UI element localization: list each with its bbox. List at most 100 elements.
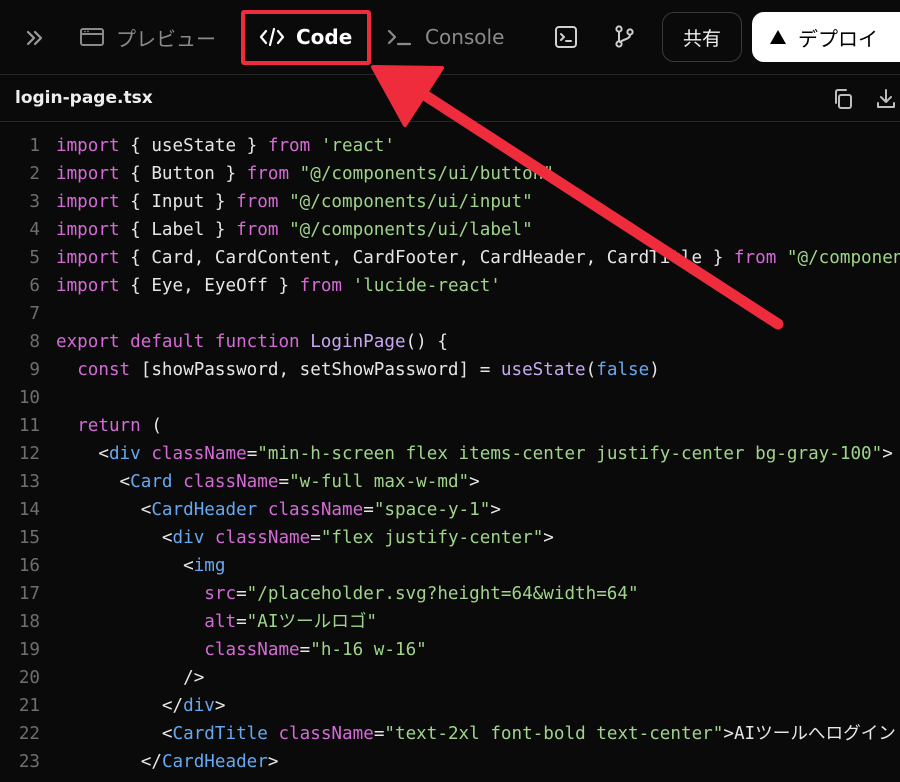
code-line: 1 import { useState } from 'react' [0, 132, 900, 160]
code-text: <div className="min-h-screen flex items-… [56, 440, 892, 468]
code-token: import [56, 248, 131, 268]
code-token: "w-full max-w-md" [289, 472, 470, 492]
share-button[interactable]: 共有 [662, 12, 742, 62]
tab-console-label: Console [425, 25, 505, 49]
line-number: 11 [18, 416, 40, 436]
line-number: 21 [18, 696, 40, 716]
code-line: 18 alt="AIツールロゴ" [0, 608, 900, 636]
code-token: >AIツールへログイン [723, 724, 896, 744]
code-token: import [56, 164, 131, 184]
code-token: export default function [56, 332, 311, 352]
code-text: const [showPassword, setShowPassword] = … [56, 356, 660, 384]
code-token: > [469, 472, 480, 492]
code-token: className [183, 472, 279, 492]
line-number: 17 [18, 584, 40, 604]
code-text: import { Button } from "@/components/ui/… [56, 160, 554, 188]
code-line: 9 const [showPassword, setShowPassword] … [0, 356, 900, 384]
line-number: 23 [18, 752, 40, 772]
code-text: <CardHeader className="space-y-1"> [56, 496, 501, 524]
code-token: div [172, 528, 205, 548]
code-token: = [373, 724, 385, 744]
code-token: className [204, 640, 300, 660]
line-number: 22 [18, 724, 40, 744]
code-tab-highlight-box [241, 10, 371, 65]
code-token: LoginPage [310, 332, 406, 352]
code-text: return ( [56, 412, 162, 440]
terminal-icon[interactable] [552, 23, 580, 51]
code-line: 3 import { Input } from "@/components/ui/… [0, 188, 900, 216]
collapse-sidebar-icon[interactable] [22, 25, 48, 51]
line-number: 2 [29, 164, 40, 184]
code-token: "min-h-screen flex items-center justify-… [257, 444, 883, 464]
code-token: { Card, CardContent, CardFooter, CardHea… [130, 248, 734, 268]
code-text: import { useState } from 'react' [56, 132, 395, 160]
line-number: 15 [18, 528, 40, 548]
code-token: 'react' [320, 136, 395, 156]
code-token: from [236, 192, 279, 212]
download-icon[interactable] [872, 85, 900, 113]
code-token: { useState } [130, 136, 268, 156]
code-text: <CardTitle className="text-2xl font-bold… [56, 720, 896, 748]
code-token: from [246, 164, 290, 184]
code-token: return [77, 416, 141, 436]
line-number: 1 [29, 136, 40, 156]
code-token: > [214, 696, 226, 716]
line-number: 18 [18, 612, 40, 632]
code-token: </ [56, 696, 184, 716]
tab-preview[interactable]: プレビュー [78, 22, 216, 52]
code-token: "h-16 w-16" [310, 640, 427, 660]
code-line: 2 import { Button } from "@/components/ui… [0, 160, 900, 188]
code-token: import [56, 136, 131, 156]
code-token: "text-2xl font-bold text-center" [384, 724, 724, 744]
code-text: import { Eye, EyeOff } from 'lucide-reac… [56, 272, 501, 300]
code-line: 20 /> [0, 664, 900, 692]
code-token: 'lucide-react' [352, 276, 501, 296]
code-token: from [267, 136, 311, 156]
tab-console[interactable]: Console [386, 22, 504, 52]
code-line: 22 <CardTitle className="text-2xl font-b… [0, 720, 900, 748]
code-token: CardHeader [161, 752, 268, 772]
code-token: div [183, 696, 215, 716]
browser-window-icon [78, 23, 106, 51]
line-number: 13 [18, 472, 40, 492]
code-token: "AIツールロゴ" [246, 612, 378, 632]
code-token: "@/components/ui/label" [289, 220, 533, 240]
code-line: 13 <Card className="w-full max-w-md"> [0, 468, 900, 496]
code-token: useState [500, 360, 586, 380]
code-text: import { Card, CardContent, CardFooter, … [56, 244, 900, 272]
code-editor[interactable]: 1 import { useState } from 'react' 2 import… [0, 132, 900, 782]
deploy-button-label: デプロイ [798, 26, 878, 51]
deploy-button[interactable]: デプロイ [752, 12, 900, 62]
git-branch-icon[interactable] [610, 23, 638, 51]
code-token: from [236, 220, 279, 240]
code-token: ( [140, 416, 162, 436]
code-token: = [236, 612, 247, 632]
code-text: import { Label } from "@/components/ui/l… [56, 216, 533, 244]
code-token: [showPassword, setShowPassword] = [130, 360, 501, 380]
code-token: ) [649, 360, 660, 380]
line-number: 24 [0, 776, 40, 782]
code-line: 8 export default function LoginPage() { [0, 328, 900, 356]
code-token: className [214, 528, 311, 548]
code-token: src [204, 584, 237, 604]
code-token: from [299, 276, 343, 296]
code-token: < [56, 472, 131, 492]
line-number: 16 [18, 556, 40, 576]
line-number: 10 [18, 388, 40, 408]
copy-icon[interactable] [829, 85, 857, 113]
code-token: { Input } [130, 192, 237, 212]
code-token: const [77, 360, 131, 380]
code-token: CardHeader [151, 500, 258, 520]
code-token: "/placeholder.svg?height=64&width=64" [246, 584, 639, 604]
code-token: from [733, 248, 777, 268]
code-token: Card [130, 472, 173, 492]
top-toolbar: プレビュー Code Console 共有 デプロイ [0, 0, 900, 74]
code-token: > [490, 500, 501, 520]
